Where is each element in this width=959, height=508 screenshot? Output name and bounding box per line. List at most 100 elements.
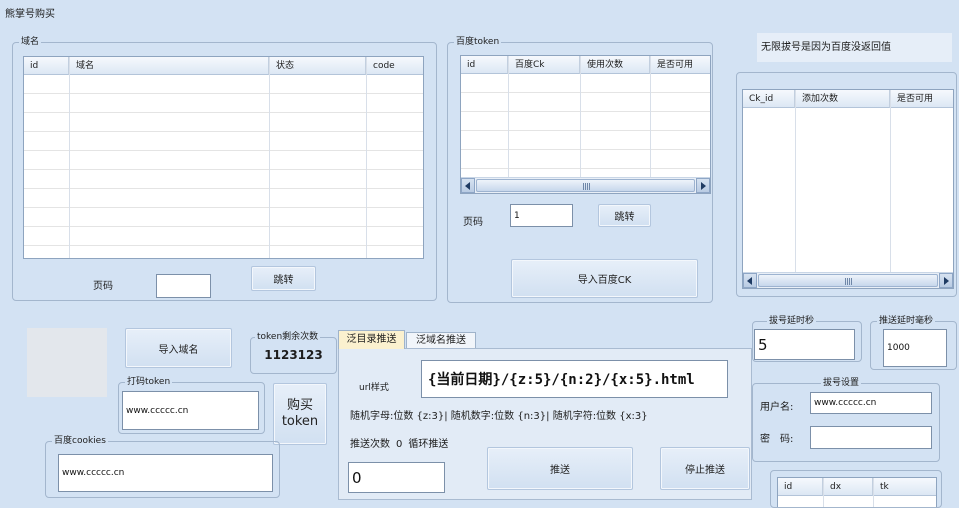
- column-rows: [509, 74, 580, 193]
- push-count-input[interactable]: [348, 462, 445, 493]
- dial-delay-input[interactable]: [754, 329, 855, 360]
- baidu-cookies-input[interactable]: [58, 454, 273, 492]
- push-delay-input[interactable]: [883, 329, 947, 367]
- baidu-token-group: 百度token id 百度Ck 使用次数 是否可用 页码 跳转 导入百度CK: [447, 36, 713, 303]
- token-page-input[interactable]: [510, 204, 573, 227]
- domain-page-label: 页码: [93, 281, 113, 292]
- column-header-available[interactable]: 是否可用: [651, 56, 710, 74]
- token-remaining-title: token剩余次数: [255, 331, 321, 343]
- column-rows: [70, 75, 269, 258]
- tab-directory-push[interactable]: 泛目录推送: [338, 330, 405, 349]
- domain-page-input[interactable]: [156, 274, 211, 298]
- captcha-token-title: 打码token: [125, 376, 173, 388]
- scroll-thumb[interactable]: [758, 274, 938, 287]
- column-header-id[interactable]: id: [778, 478, 823, 496]
- captcha-token-input[interactable]: [122, 391, 259, 430]
- token-page-label: 页码: [463, 217, 483, 228]
- url-pattern-label: url样式: [359, 383, 389, 393]
- column-header-baidu-ck[interactable]: 百度Ck: [509, 56, 580, 74]
- token-remaining-group: token剩余次数 1123123: [250, 331, 337, 374]
- baidu-token-list-view[interactable]: id 百度Ck 使用次数 是否可用: [460, 55, 711, 194]
- column-rows: [461, 74, 508, 193]
- push-delay-group: 推送延时毫秒: [870, 315, 957, 370]
- password-input[interactable]: [810, 426, 932, 449]
- domain-column-code: code: [367, 57, 423, 258]
- ck-column-add-count: 添加次数: [796, 90, 891, 288]
- domain-column-id: id: [24, 57, 70, 258]
- column-header-ck-id[interactable]: Ck_id: [743, 90, 795, 108]
- column-header-domain[interactable]: 域名: [70, 57, 269, 75]
- ck-column-available: 是否可用: [891, 90, 953, 288]
- column-rows: [367, 75, 423, 258]
- token-column-ck: 百度Ck: [509, 56, 581, 193]
- stop-push-button[interactable]: 停止推送: [660, 447, 750, 490]
- domain-group: 域名 id 域名 状态 code 页码 跳转: [12, 36, 437, 301]
- horizontal-scrollbar[interactable]: [461, 177, 710, 193]
- column-rows: [778, 496, 823, 507]
- domain-group-title: 域名: [19, 36, 42, 48]
- token-column-id: id: [461, 56, 509, 193]
- token-column-use-count: 使用次数: [581, 56, 651, 193]
- password-label: 密 码:: [760, 434, 794, 445]
- push-tab-panel: url样式 随机字母:位数 {z:3}| 随机数字:位数 {n:3}| 随机字符…: [338, 348, 752, 500]
- column-rows: [874, 496, 936, 507]
- grip-icon: [845, 278, 852, 285]
- push-count-value: 0: [396, 439, 403, 450]
- loop-push-label: 循环推送: [408, 439, 449, 450]
- window-title: 熊掌号购买: [5, 9, 55, 20]
- scroll-left-arrow-icon[interactable]: [743, 273, 757, 288]
- domain-jump-button[interactable]: 跳转: [251, 266, 316, 291]
- buy-token-button[interactable]: 购买 token: [273, 383, 327, 445]
- baidu-token-group-title: 百度token: [454, 36, 502, 48]
- scroll-right-arrow-icon[interactable]: [696, 178, 710, 193]
- ck-column-id: Ck_id: [743, 90, 796, 288]
- column-header-id[interactable]: id: [24, 57, 69, 75]
- username-input[interactable]: [810, 392, 932, 414]
- scroll-right-arrow-icon[interactable]: [939, 273, 953, 288]
- ck-list-view[interactable]: Ck_id 添加次数 是否可用: [742, 89, 954, 289]
- result-group: id dx tk: [770, 470, 942, 508]
- scroll-track[interactable]: [757, 273, 939, 288]
- column-rows: [270, 75, 366, 258]
- import-domain-button[interactable]: 导入域名: [125, 328, 232, 368]
- username-label: 用户名:: [760, 402, 794, 413]
- push-count-row: 推送次数 0 循环推送: [350, 435, 454, 450]
- column-header-id[interactable]: id: [461, 56, 508, 74]
- column-rows: [24, 75, 69, 258]
- scroll-thumb[interactable]: [476, 179, 695, 192]
- url-pattern-input[interactable]: [421, 360, 728, 398]
- column-rows: [891, 108, 953, 288]
- import-baidu-ck-button[interactable]: 导入百度CK: [511, 259, 698, 298]
- baidu-cookies-group: 百度cookies: [45, 435, 280, 498]
- column-header-tk[interactable]: tk: [874, 478, 936, 496]
- domain-column-domain: 域名: [70, 57, 270, 258]
- dial-delay-group: 拔号延时秒: [752, 315, 862, 362]
- column-header-add-count[interactable]: 添加次数: [796, 90, 890, 108]
- image-placeholder: [27, 328, 107, 397]
- dial-delay-title: 拔号延时秒: [767, 315, 817, 327]
- column-header-dx[interactable]: dx: [824, 478, 873, 496]
- result-list-view[interactable]: id dx tk: [777, 477, 937, 507]
- column-rows: [824, 496, 873, 507]
- column-header-status[interactable]: 状态: [270, 57, 366, 75]
- ck-group: Ck_id 添加次数 是否可用: [736, 72, 957, 297]
- push-button[interactable]: 推送: [487, 447, 633, 490]
- column-rows: [651, 74, 710, 193]
- column-rows: [743, 108, 795, 288]
- random-pattern-help: 随机字母:位数 {z:3}| 随机数字:位数 {n:3}| 随机字符:位数 {x…: [350, 411, 648, 422]
- tab-domain-push[interactable]: 泛域名推送: [406, 332, 476, 348]
- dial-settings-group: 拔号设置 用户名: 密 码:: [752, 377, 940, 462]
- column-header-use-count[interactable]: 使用次数: [581, 56, 650, 74]
- result-column-id: id: [778, 478, 824, 507]
- scroll-left-arrow-icon[interactable]: [461, 178, 475, 193]
- column-header-code[interactable]: code: [367, 57, 423, 75]
- domain-list-view[interactable]: id 域名 状态 code: [23, 56, 424, 259]
- result-column-dx: dx: [824, 478, 874, 507]
- grip-icon: [582, 183, 590, 190]
- column-header-available[interactable]: 是否可用: [891, 90, 953, 108]
- scroll-track[interactable]: [475, 178, 696, 193]
- horizontal-scrollbar[interactable]: [743, 272, 953, 288]
- token-remaining-value: 1123123: [264, 348, 323, 362]
- token-jump-button[interactable]: 跳转: [598, 204, 651, 227]
- push-count-label: 推送次数: [350, 439, 390, 450]
